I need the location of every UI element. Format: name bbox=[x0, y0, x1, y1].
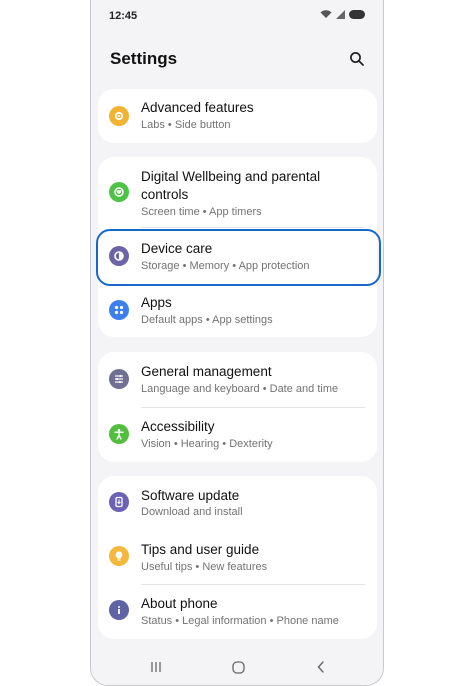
settings-item-software-update[interactable]: Software update Download and install bbox=[98, 476, 377, 530]
general-management-icon bbox=[109, 369, 129, 389]
item-title: Advanced features bbox=[141, 100, 254, 115]
item-title: Tips and user guide bbox=[141, 542, 260, 557]
recent-apps-icon[interactable] bbox=[148, 659, 164, 675]
advanced-features-icon bbox=[109, 106, 129, 126]
status-time: 12:45 bbox=[109, 10, 138, 22]
back-icon[interactable] bbox=[313, 659, 329, 675]
item-title: About phone bbox=[141, 596, 218, 611]
settings-item-apps[interactable]: Apps Default apps • App settings bbox=[98, 283, 377, 337]
item-subtitle: Labs • Side button bbox=[141, 119, 231, 131]
settings-item-accessibility[interactable]: Accessibility Vision • Hearing • Dexteri… bbox=[98, 408, 377, 462]
software-update-icon bbox=[109, 492, 129, 512]
wellbeing-icon bbox=[109, 182, 129, 202]
settings-item-general-management[interactable]: General management Language and keyboard… bbox=[98, 352, 377, 406]
item-subtitle: Language and keyboard • Date and time bbox=[141, 383, 339, 395]
search-icon[interactable] bbox=[349, 51, 365, 67]
item-title: Accessibility bbox=[141, 419, 215, 434]
device-care-highlight bbox=[96, 229, 381, 286]
settings-group-3: General management Language and keyboard… bbox=[98, 352, 377, 462]
item-subtitle: Vision • Hearing • Dexterity bbox=[141, 438, 273, 450]
item-subtitle: Screen time • App timers bbox=[141, 206, 262, 218]
accessibility-icon bbox=[109, 424, 129, 444]
settings-item-about-phone[interactable]: About phone Status • Legal information •… bbox=[98, 585, 377, 639]
item-subtitle: Default apps • App settings bbox=[141, 314, 273, 326]
item-title: Digital Wellbeing and parental controls bbox=[141, 169, 321, 202]
status-bar: 12:45 bbox=[91, 0, 383, 32]
item-subtitle: Status • Legal information • Phone name bbox=[141, 615, 339, 627]
settings-item-advanced-features[interactable]: Advanced features Labs • Side button bbox=[98, 89, 377, 143]
page-title: Settings bbox=[110, 49, 178, 68]
info-icon bbox=[109, 600, 129, 620]
settings-group-1: Advanced features Labs • Side button bbox=[98, 89, 377, 143]
tips-icon bbox=[109, 546, 129, 566]
item-subtitle: Useful tips • New features bbox=[141, 561, 268, 573]
item-title: Software update bbox=[141, 488, 240, 503]
phone-frame: 12:45 Settings Advanced features Labs • … bbox=[90, 0, 384, 686]
settings-item-digital-wellbeing[interactable]: Digital Wellbeing and parental controls … bbox=[98, 157, 377, 227]
battery-icon bbox=[349, 9, 365, 19]
signal-icon bbox=[336, 9, 345, 19]
settings-item-tips-user-guide[interactable]: Tips and user guide Useful tips • New fe… bbox=[98, 530, 377, 584]
settings-group-4: Software update Download and install Tip… bbox=[98, 476, 377, 639]
item-subtitle: Download and install bbox=[141, 506, 243, 518]
item-title: General management bbox=[141, 364, 272, 379]
apps-icon bbox=[109, 300, 129, 320]
wifi-icon bbox=[320, 9, 332, 19]
item-title: Apps bbox=[141, 295, 172, 310]
navigation-bar bbox=[91, 649, 383, 685]
home-icon[interactable] bbox=[230, 659, 246, 675]
status-icons bbox=[320, 9, 365, 19]
